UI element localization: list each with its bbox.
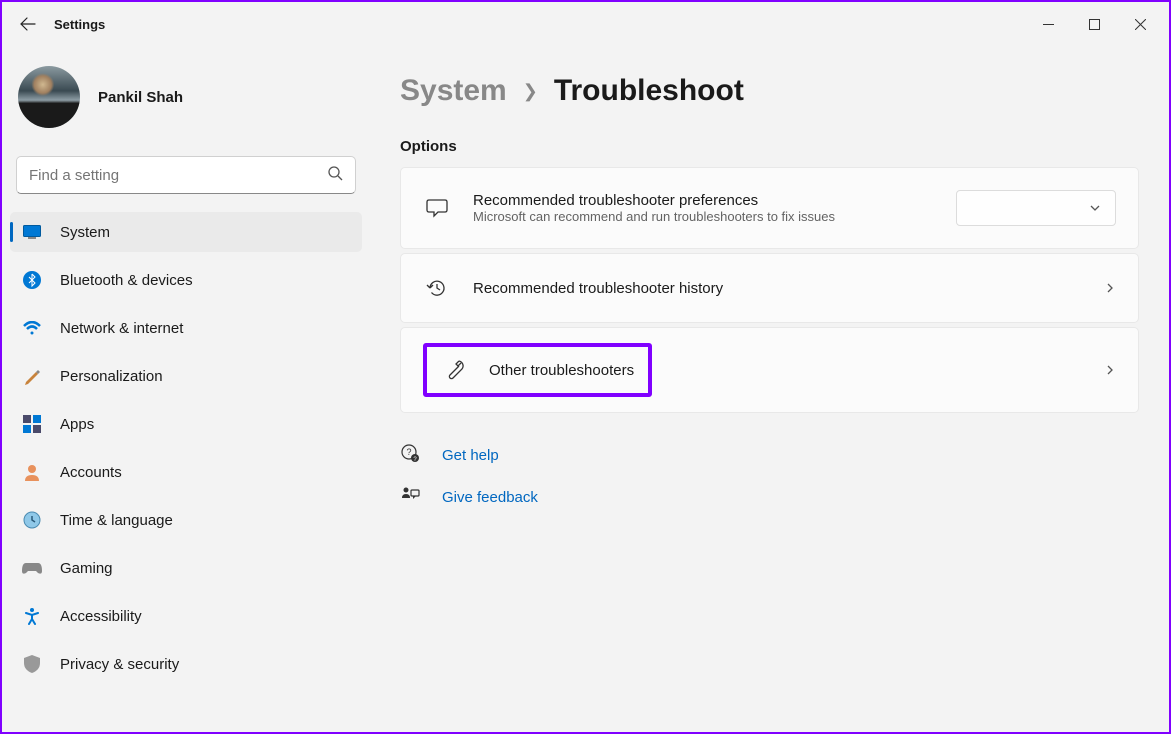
- close-icon: [1135, 19, 1146, 30]
- sidebar-item-system[interactable]: System: [10, 212, 362, 252]
- card-other-troubleshooters[interactable]: Other troubleshooters: [400, 327, 1139, 413]
- section-title: Options: [400, 138, 1139, 155]
- sidebar-item-label: Accounts: [60, 464, 122, 481]
- sidebar-item-privacy[interactable]: Privacy & security: [10, 644, 362, 684]
- titlebar: Settings: [2, 2, 1169, 46]
- network-icon: [22, 318, 42, 338]
- nav: System Bluetooth & devices Network & int…: [10, 212, 362, 692]
- breadcrumb-current: Troubleshoot: [554, 74, 744, 108]
- bluetooth-icon: [22, 270, 42, 290]
- card-title: Other troubleshooters: [489, 362, 634, 379]
- breadcrumb: System ❯ Troubleshoot: [400, 74, 1139, 108]
- sidebar-item-label: Personalization: [60, 368, 163, 385]
- highlight-other-troubleshooters: Other troubleshooters: [423, 343, 652, 397]
- accessibility-icon: [22, 606, 42, 626]
- search-icon: [327, 165, 343, 186]
- sidebar-item-bluetooth[interactable]: Bluetooth & devices: [10, 260, 362, 300]
- sidebar-item-apps[interactable]: Apps: [10, 404, 362, 444]
- sidebar-item-accessibility[interactable]: Accessibility: [10, 596, 362, 636]
- chevron-right-icon: ❯: [523, 81, 538, 102]
- window-controls: [1025, 8, 1163, 40]
- minimize-icon: [1043, 19, 1054, 30]
- app-title: Settings: [54, 17, 105, 32]
- personalization-icon: [22, 366, 42, 386]
- gaming-icon: [22, 558, 42, 578]
- svg-text:?: ?: [406, 447, 411, 457]
- sidebar-item-time[interactable]: Time & language: [10, 500, 362, 540]
- feedback-icon: [400, 485, 424, 509]
- profile[interactable]: Pankil Shah: [10, 46, 362, 156]
- minimize-button[interactable]: [1025, 8, 1071, 40]
- accounts-icon: [22, 462, 42, 482]
- card-title: Recommended troubleshooter history: [473, 280, 1104, 297]
- back-arrow-icon: [20, 16, 36, 32]
- sidebar-item-label: Accessibility: [60, 608, 142, 625]
- chevron-down-icon: [1089, 202, 1101, 214]
- sidebar-item-label: Gaming: [60, 560, 113, 577]
- give-feedback-link[interactable]: Give feedback: [442, 489, 538, 506]
- card-sub: Microsoft can recommend and run troubles…: [473, 209, 956, 224]
- profile-name: Pankil Shah: [98, 89, 183, 106]
- breadcrumb-parent[interactable]: System: [400, 74, 507, 108]
- wrench-icon: [441, 359, 469, 381]
- back-button[interactable]: [8, 2, 48, 46]
- get-help-link[interactable]: Get help: [442, 447, 499, 464]
- close-button[interactable]: [1117, 8, 1163, 40]
- privacy-icon: [22, 654, 42, 674]
- chevron-right-icon: [1104, 282, 1116, 294]
- sidebar-item-gaming[interactable]: Gaming: [10, 548, 362, 588]
- chat-icon: [423, 197, 451, 219]
- history-icon: [423, 277, 451, 299]
- apps-icon: [22, 414, 42, 434]
- maximize-icon: [1089, 19, 1100, 30]
- sidebar-item-label: Network & internet: [60, 320, 183, 337]
- card-recommended-preferences[interactable]: Recommended troubleshooter preferences M…: [400, 167, 1139, 249]
- avatar: [18, 66, 80, 128]
- help-icon: ??: [400, 443, 424, 467]
- main: System ❯ Troubleshoot Options Recommende…: [370, 46, 1169, 732]
- system-icon: [22, 222, 42, 242]
- sidebar-item-label: Privacy & security: [60, 656, 179, 673]
- sidebar-item-accounts[interactable]: Accounts: [10, 452, 362, 492]
- card-history[interactable]: Recommended troubleshooter history: [400, 253, 1139, 323]
- sidebar: Pankil Shah System Bluetooth & devices N…: [2, 46, 370, 732]
- chevron-right-icon: [1104, 364, 1116, 376]
- search-input[interactable]: [29, 167, 327, 184]
- get-help-row: ?? Get help: [400, 443, 1139, 467]
- maximize-button[interactable]: [1071, 8, 1117, 40]
- sidebar-item-network[interactable]: Network & internet: [10, 308, 362, 348]
- sidebar-item-label: Time & language: [60, 512, 173, 529]
- sidebar-item-label: System: [60, 224, 110, 241]
- sidebar-item-label: Bluetooth & devices: [60, 272, 193, 289]
- give-feedback-row: Give feedback: [400, 485, 1139, 509]
- sidebar-item-personalization[interactable]: Personalization: [10, 356, 362, 396]
- card-title: Recommended troubleshooter preferences: [473, 192, 956, 209]
- time-icon: [22, 510, 42, 530]
- sidebar-item-label: Apps: [60, 416, 94, 433]
- help-links: ?? Get help Give feedback: [400, 443, 1139, 509]
- search-box[interactable]: [16, 156, 356, 194]
- troubleshooter-preferences-dropdown[interactable]: [956, 190, 1116, 226]
